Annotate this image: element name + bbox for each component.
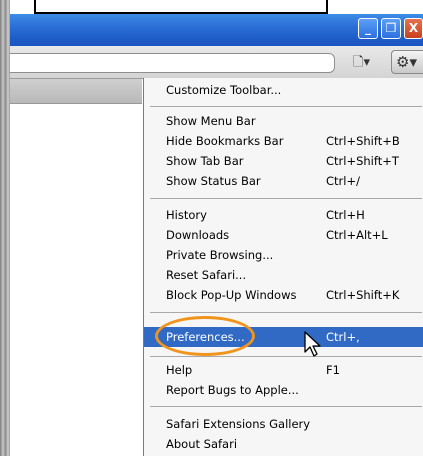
maximize-button[interactable]: ❐	[381, 18, 401, 39]
menu-item-label: About Safari	[166, 437, 238, 451]
menu-item-shortcut: F1	[326, 363, 340, 377]
menu-item-shortcut: Ctrl+Shift+T	[326, 154, 399, 168]
menu-item-label: Show Status Bar	[166, 174, 261, 188]
menu-item-label: Show Menu Bar	[166, 114, 256, 128]
minimize-button[interactable]: _	[358, 18, 378, 39]
menu-item-label: Private Browsing...	[166, 248, 274, 262]
menu-item-label: Hide Bookmarks Bar	[166, 134, 284, 148]
menu-separator	[150, 312, 422, 313]
bookmarks-bar	[10, 79, 142, 104]
menu-item-report-bugs[interactable]: Report Bugs to Apple...	[144, 380, 423, 400]
highlight-ring	[155, 316, 255, 356]
caption-box	[34, 0, 328, 14]
menu-item-help[interactable]: Help F1	[144, 360, 423, 380]
menu-item-label: Block Pop-Up Windows	[166, 288, 297, 302]
menu-item-label: History	[166, 208, 207, 222]
close-button[interactable]: X	[404, 18, 423, 39]
menu-item-reset-safari[interactable]: Reset Safari...	[144, 265, 423, 285]
menu-item-label: Customize Toolbar...	[166, 83, 282, 97]
page-content	[10, 104, 142, 456]
menu-item-history[interactable]: History Ctrl+H	[144, 205, 423, 225]
menu-item-shortcut: Ctrl+,	[326, 330, 360, 344]
menu-item-label: Downloads	[166, 228, 230, 242]
mouse-cursor-icon	[304, 331, 321, 357]
settings-menu-button[interactable]: ⚙▾	[391, 50, 423, 74]
menu-item-label: Reset Safari...	[166, 268, 247, 282]
background-edge	[0, 0, 10, 456]
menu-item-downloads[interactable]: Downloads Ctrl+Alt+L	[144, 225, 423, 245]
menu-separator	[150, 356, 422, 357]
menu-item-label: Safari Extensions Gallery	[166, 417, 311, 431]
menu-item-customize-toolbar[interactable]: Customize Toolbar...	[144, 80, 423, 100]
address-field[interactable]	[10, 53, 335, 73]
menu-item-block-popups[interactable]: Block Pop-Up Windows Ctrl+Shift+K	[144, 285, 423, 305]
menu-separator	[150, 198, 422, 199]
settings-dropdown-menu: Customize Toolbar... Show Menu Bar Hide …	[143, 78, 423, 456]
menu-item-label: Show Tab Bar	[166, 154, 244, 168]
menu-item-label: Help	[166, 363, 193, 377]
menu-item-show-status-bar[interactable]: Show Status Bar Ctrl+/	[144, 171, 423, 191]
menu-item-show-menu-bar[interactable]: Show Menu Bar	[144, 111, 423, 131]
menu-item-shortcut: Ctrl+H	[326, 208, 365, 222]
menu-item-about-safari[interactable]: About Safari	[144, 434, 423, 454]
menu-item-label: Report Bugs to Apple...	[166, 383, 299, 397]
menu-item-shortcut: Ctrl+/	[326, 174, 360, 188]
page-icon: 🗋▾	[353, 55, 370, 70]
menu-item-hide-bookmarks-bar[interactable]: Hide Bookmarks Bar Ctrl+Shift+B	[144, 131, 423, 151]
page-menu-button[interactable]: 🗋▾	[353, 53, 383, 73]
menu-separator	[150, 406, 422, 407]
menu-item-show-tab-bar[interactable]: Show Tab Bar Ctrl+Shift+T	[144, 151, 423, 171]
menu-item-shortcut: Ctrl+Alt+L	[326, 228, 388, 242]
gear-icon: ⚙▾	[396, 53, 417, 71]
menu-separator	[150, 106, 422, 107]
menu-item-extensions-gallery[interactable]: Safari Extensions Gallery	[144, 414, 423, 434]
menu-item-private-browsing[interactable]: Private Browsing...	[144, 245, 423, 265]
menu-item-shortcut: Ctrl+Shift+K	[326, 288, 400, 302]
menu-item-shortcut: Ctrl+Shift+B	[326, 134, 400, 148]
